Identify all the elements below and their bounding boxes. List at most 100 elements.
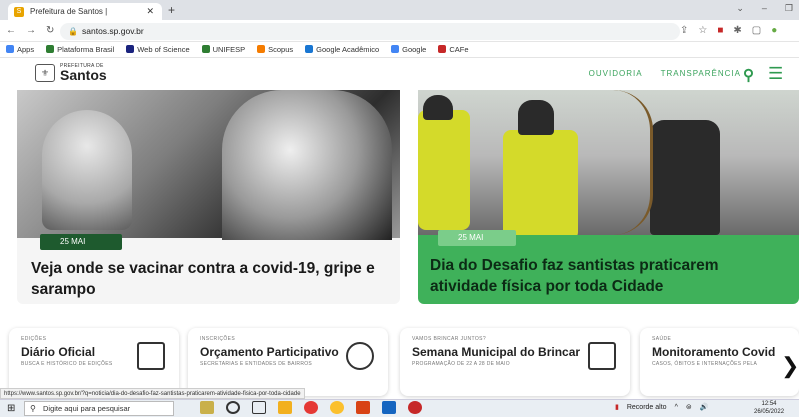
minimize-icon[interactable]: – [762, 3, 767, 14]
new-tab-icon[interactable]: + [168, 3, 175, 17]
system-tray: ▮ Recorde alto ^ ⊜ 🔊 [615, 403, 709, 412]
back-icon[interactable]: ← [6, 25, 16, 36]
bookmark-label: Apps [17, 45, 35, 54]
bookmark-label: Google [402, 45, 427, 54]
quick-link-subtitle: CASOS, ÓBITOS E INTERNAÇÕES PELA [652, 361, 758, 367]
taskbar-clock[interactable]: 12:54 26/05/2022 [754, 400, 784, 416]
browser-tab[interactable]: S Prefeitura de Santos | ✕ [8, 3, 162, 20]
bow-shape [613, 90, 653, 235]
bookmark-label: Plataforma Brasil [57, 45, 115, 54]
bookmark-favicon-icon [257, 45, 266, 53]
quick-link-subtitle: PROGRAMAÇÃO DE 22 A 28 DE MAIO [412, 361, 510, 367]
news-photo-archery[interactable] [418, 90, 799, 235]
network-icon[interactable]: ⊜ [686, 403, 692, 411]
close-tab-icon[interactable]: ✕ [146, 6, 154, 17]
bookmark-item[interactable]: UNIFESP [201, 45, 245, 54]
quick-link-covid[interactable]: SAÚDE Monitoramento Covid CASOS, ÓBITOS … [640, 328, 799, 396]
quick-link-brincar[interactable]: VAMOS BRINCAR JUNTOS? Semana Municipal d… [400, 328, 630, 396]
cortana-icon[interactable] [226, 401, 240, 414]
lock-icon: 🔒 [68, 27, 78, 36]
photo-figure [222, 90, 392, 240]
forward-icon[interactable]: → [26, 25, 36, 36]
windows-start-icon[interactable]: ⊞ [7, 403, 15, 414]
volume-icon[interactable]: 🔊 [700, 403, 709, 411]
bookmark-label: Google Acadêmico [316, 45, 380, 54]
url-input[interactable]: 🔒 santos.sp.gov.br [60, 23, 680, 40]
quick-link-title: Monitoramento Covid [652, 345, 776, 359]
photo-figure [650, 120, 720, 235]
bookmark-item[interactable]: Scopus [257, 45, 293, 54]
quick-link-kicker: SAÚDE [652, 336, 672, 342]
carousel-next-icon[interactable]: ❯ [781, 353, 799, 379]
tab-title: Prefeitura de Santos | [30, 7, 108, 16]
quick-link-subtitle: BUSCA E HISTÓRICO DE EDIÇÕES [21, 361, 113, 367]
word-icon[interactable] [382, 401, 396, 414]
extension-icon[interactable]: ■ [717, 25, 723, 36]
file-explorer-icon[interactable] [278, 401, 292, 414]
house-icon [588, 342, 616, 370]
reload-icon[interactable]: ↻ [46, 25, 54, 36]
browser-app-icon[interactable] [408, 401, 422, 414]
chevron-down-icon[interactable]: ⌄ [736, 3, 744, 14]
taskbar-app-icon[interactable] [200, 401, 214, 414]
news-headline[interactable]: Dia do Desafio faz santistas praticarem … [430, 255, 790, 297]
crest-icon: ⚜ [35, 63, 55, 82]
site-favicon-icon: S [14, 6, 24, 17]
bookmark-item[interactable]: Plataforma Brasil [46, 45, 114, 54]
photo-figure [518, 100, 554, 135]
photo-figure [418, 110, 470, 230]
browser-extensions: ⇪ ☆ ■ ✱ ▢ ● [680, 25, 777, 36]
weather-text[interactable]: Recorde alto [627, 404, 667, 411]
bookmark-item[interactable]: Web of Science [126, 45, 190, 54]
share-icon[interactable]: ⇪ [680, 25, 688, 36]
quick-link-title: Diário Oficial [21, 345, 96, 359]
taskbar-search-input[interactable]: ⚲ Digite aqui para pesquisar [24, 401, 174, 416]
quick-link-subtitle: SECRETARIAS E ENTIDADES DE BAIRROS [200, 361, 313, 367]
task-view-icon[interactable] [252, 401, 266, 414]
site-logo[interactable]: ⚜ PREFEITURA DE Santos [35, 63, 107, 82]
quick-link-kicker: VAMOS BRINCAR JUNTOS? [412, 336, 487, 342]
bookmark-item[interactable]: CAFe [438, 45, 468, 54]
bookmark-favicon-icon [438, 45, 447, 53]
profile-avatar[interactable]: ● [771, 25, 777, 36]
search-icon: ⚲ [30, 404, 36, 413]
bookmark-favicon-icon [6, 45, 14, 53]
quick-link-orcamento[interactable]: INSCRIÇÕES Orçamento Participativo SECRE… [188, 328, 388, 396]
news-photo-vaccine[interactable] [17, 90, 400, 240]
bookmark-favicon-icon [391, 45, 400, 53]
photo-figure [423, 95, 453, 120]
app-icon[interactable] [304, 401, 318, 414]
header-nav: OUVIDORIA TRANSPARÊNCIA [589, 69, 741, 78]
bookmarks-bar: Apps Plataforma Brasil Web of Science UNIFE… [0, 42, 799, 58]
news-date-badge: 25 MAI [40, 234, 122, 250]
hamburger-menu-icon[interactable]: ☰ [768, 64, 783, 84]
news-date-badge: 25 MAI [438, 230, 516, 246]
bookmark-item[interactable]: Google [391, 45, 426, 54]
status-bar-url: https://www.santos.sp.gov.br/?q=noticia/… [0, 388, 305, 399]
newspaper-icon [137, 342, 165, 370]
restore-icon[interactable]: ❐ [785, 3, 793, 14]
powerpoint-icon[interactable] [356, 401, 370, 414]
tray-chevron-icon[interactable]: ^ [675, 404, 678, 411]
taskbar-search-placeholder: Digite aqui para pesquisar [43, 404, 131, 413]
bookmark-item[interactable]: Google Acadêmico [305, 45, 379, 54]
bookmark-favicon-icon [126, 45, 135, 53]
clock-date: 26/05/2022 [754, 409, 785, 415]
sidebar-icon[interactable]: ▢ [752, 25, 761, 36]
nav-transparencia[interactable]: TRANSPARÊNCIA [661, 69, 741, 78]
search-icon[interactable]: ⚲ [743, 66, 754, 84]
clock-time: 12:54 [761, 401, 777, 407]
photo-figure [503, 130, 578, 235]
photo-figure [42, 110, 132, 230]
weather-icon: ▮ [615, 404, 619, 411]
bookmark-favicon-icon [46, 45, 55, 53]
bookmark-label: Web of Science [137, 45, 190, 54]
puzzle-icon[interactable]: ✱ [733, 25, 741, 36]
logo-big-text: Santos [60, 67, 107, 83]
chrome-icon[interactable] [330, 401, 344, 414]
bookmark-star-icon[interactable]: ☆ [698, 25, 707, 36]
bookmark-item[interactable]: Apps [6, 45, 34, 54]
news-headline[interactable]: Veja onde se vacinar contra a covid-19, … [31, 258, 391, 300]
nav-ouvidoria[interactable]: OUVIDORIA [589, 69, 643, 78]
quick-link-diario-oficial[interactable]: EDIÇÕES Diário Oficial BUSCA E HISTÓRICO… [9, 328, 179, 396]
